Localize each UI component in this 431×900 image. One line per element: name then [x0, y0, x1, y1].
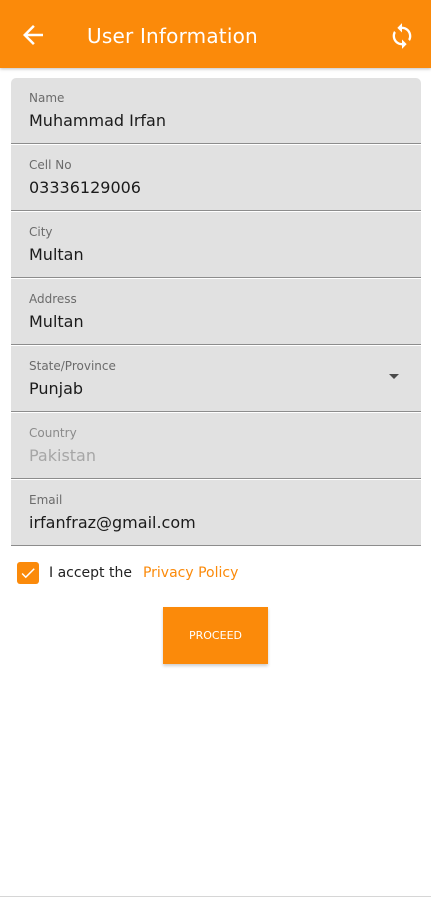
cell-no-label: Cell No — [29, 158, 72, 172]
arrow-left-icon — [23, 25, 43, 45]
address-field[interactable]: Address Multan — [11, 279, 421, 345]
email-field[interactable]: Email irfanfraz@gmail.com — [11, 480, 421, 546]
country-value: Pakistan — [29, 446, 96, 465]
state-province-dropdown[interactable]: State/Province Punjab — [11, 346, 421, 412]
refresh-button[interactable] — [388, 22, 416, 50]
user-info-form: Name Muhammad Irfan Cell No 03336129006 … — [11, 78, 421, 547]
privacy-checkbox[interactable] — [17, 562, 39, 584]
cell-no-field[interactable]: Cell No 03336129006 — [11, 145, 421, 211]
country-field: Country Pakistan — [11, 413, 421, 479]
name-field[interactable]: Name Muhammad Irfan — [11, 78, 421, 144]
checkmark-icon — [21, 568, 35, 579]
name-value[interactable]: Muhammad Irfan — [29, 110, 166, 132]
city-field[interactable]: City Multan — [11, 212, 421, 278]
refresh-icon — [392, 23, 412, 49]
app-bar: User Information — [0, 0, 431, 68]
address-label: Address — [29, 292, 77, 306]
proceed-button[interactable]: PROCEED — [163, 607, 268, 664]
privacy-consent: I accept the Privacy Policy — [17, 561, 238, 585]
back-button[interactable] — [18, 20, 48, 50]
state-province-value[interactable]: Punjab — [29, 378, 83, 400]
bottom-divider — [0, 896, 431, 900]
city-label: City — [29, 225, 53, 239]
email-label: Email — [29, 493, 63, 507]
page-title: User Information — [87, 24, 258, 48]
country-label: Country — [29, 426, 77, 440]
address-value[interactable]: Multan — [29, 311, 84, 333]
consent-text: I accept the — [49, 565, 132, 581]
city-value[interactable]: Multan — [29, 244, 84, 266]
cell-no-value[interactable]: 03336129006 — [29, 177, 141, 199]
privacy-policy-link[interactable]: Privacy Policy — [143, 565, 238, 581]
name-label: Name — [29, 91, 65, 105]
email-value[interactable]: irfanfraz@gmail.com — [29, 512, 196, 534]
dropdown-arrow-icon[interactable] — [389, 374, 399, 379]
state-province-label: State/Province — [29, 359, 116, 373]
